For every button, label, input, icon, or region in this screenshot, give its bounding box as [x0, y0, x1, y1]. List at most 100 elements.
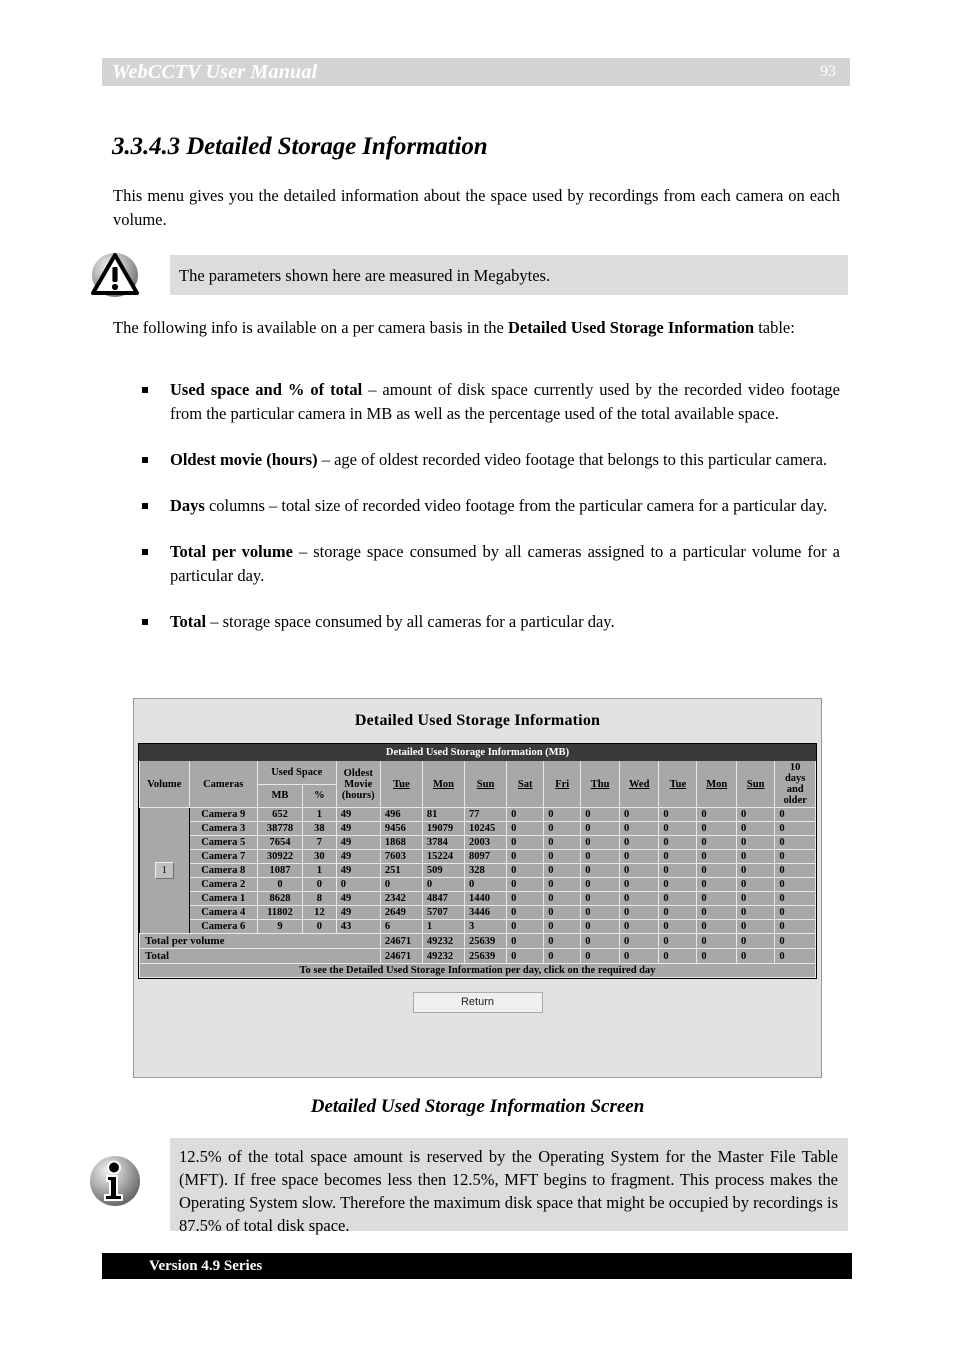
camera-day-8: 0: [696, 821, 738, 836]
total-per-volume-day-6: 0: [618, 933, 660, 949]
total-per-volume-label: Total per volume: [139, 933, 381, 949]
camera-older: 0: [774, 905, 816, 920]
camera-day-5: 0: [580, 919, 620, 934]
return-button-area: Return: [134, 979, 821, 1013]
camera-day-4: 0: [543, 821, 582, 836]
camera-day-4: 0: [543, 835, 582, 850]
camera-day-7: 0: [658, 863, 698, 878]
camera-day-9: 0: [736, 807, 776, 822]
table-row: Camera 1 8628 8 49 2342 4847 1440 0 0 0 …: [140, 891, 816, 906]
camera-older: 0: [774, 891, 816, 906]
camera-oldest: 43: [335, 919, 381, 934]
bullet-square-icon: [142, 619, 148, 625]
camera-day-7: 0: [658, 877, 698, 892]
note-megabytes: The parameters shown here are measured i…: [170, 255, 848, 295]
camera-day-2: 3: [463, 919, 508, 934]
col-header-day-9[interactable]: Sun: [736, 760, 776, 808]
camera-day-6: 0: [618, 807, 660, 822]
col-header-volume: Volume: [139, 760, 190, 808]
camera-day-4: 0: [543, 849, 582, 864]
camera-day-5: 0: [580, 877, 620, 892]
volume-button[interactable]: 1: [154, 862, 174, 879]
camera-name: Camera 1: [188, 891, 258, 906]
col-header-cameras: Cameras: [188, 760, 258, 808]
table-row: Camera 5 7654 7 49 1868 3784 2003 0 0 0 …: [140, 835, 816, 850]
camera-day-2: 2003: [463, 835, 508, 850]
camera-pct: 1: [302, 863, 337, 878]
camera-day-1: 15224: [421, 849, 466, 864]
table-caption: Detailed Used Storage Information (MB): [139, 744, 816, 761]
camera-day-4: 0: [543, 919, 582, 934]
total-day-7: 0: [658, 948, 698, 964]
note-mft: 12.5% of the total space amount is reser…: [170, 1138, 848, 1235]
col-header-day-0[interactable]: Tue: [379, 760, 423, 808]
oldest-line-3: (hours): [341, 789, 375, 801]
camera-day-7: 0: [658, 919, 698, 934]
camera-day-4: 0: [543, 863, 582, 878]
bullet-square-icon: [142, 549, 148, 555]
camera-day-3: 0: [506, 807, 545, 822]
oldest-line-1: Oldest: [343, 767, 373, 779]
camera-oldest: 49: [335, 863, 381, 878]
camera-day-8: 0: [696, 919, 738, 934]
bullet-term: Used space and % of total: [170, 380, 363, 399]
list-item: Oldest movie (hours) – age of oldest rec…: [138, 448, 840, 472]
bullet-square-icon: [142, 387, 148, 393]
camera-name: Camera 9: [188, 807, 258, 822]
table-footer-note-row: To see the Detailed Used Storage Informa…: [139, 963, 816, 978]
camera-pct: 38: [302, 821, 337, 836]
following-info-paragraph: The following info is available on a per…: [113, 316, 840, 340]
table-header-row-1: Volume Cameras Used Space Oldest Movie (…: [139, 760, 816, 808]
camera-older: 0: [774, 807, 816, 822]
volume-cell: 1: [139, 807, 190, 934]
camera-day-0: 2649: [379, 905, 423, 920]
camera-oldest: 49: [335, 905, 381, 920]
total-day-4: 0: [543, 948, 582, 964]
col-header-day-6[interactable]: Wed: [618, 760, 660, 808]
col-header-day-3[interactable]: Sat: [506, 760, 545, 808]
camera-day-8: 0: [696, 849, 738, 864]
col-header-older: 10 days and older: [774, 760, 816, 808]
total-label: Total: [139, 948, 381, 964]
camera-day-4: 0: [543, 877, 582, 892]
camera-day-3: 0: [506, 919, 545, 934]
total-per-volume-day-3: 0: [506, 933, 545, 949]
camera-oldest: 0: [335, 877, 381, 892]
camera-day-7: 0: [658, 891, 698, 906]
col-header-day-2[interactable]: Sun: [463, 760, 508, 808]
total-older: 0: [774, 948, 816, 964]
camera-day-1: 1: [421, 919, 466, 934]
camera-day-4: 0: [543, 891, 582, 906]
camera-day-5: 0: [580, 849, 620, 864]
camera-pct: 1: [302, 807, 337, 822]
col-header-day-7[interactable]: Tue: [658, 760, 698, 808]
camera-day-3: 0: [506, 821, 545, 836]
total-day-1: 49232: [421, 948, 466, 964]
camera-day-9: 0: [736, 821, 776, 836]
return-button[interactable]: Return: [412, 992, 543, 1013]
camera-day-2: 328: [463, 863, 508, 878]
col-header-day-4[interactable]: Fri: [543, 760, 582, 808]
camera-mb: 0: [256, 877, 304, 892]
total-day-8: 0: [696, 948, 738, 964]
camera-day-2: 10245: [463, 821, 508, 836]
col-header-used-space: Used Space: [256, 760, 337, 785]
col-header-day-1[interactable]: Mon: [421, 760, 466, 808]
camera-day-0: 7603: [379, 849, 423, 864]
camera-day-8: 0: [696, 863, 738, 878]
version-label: Version 4.9 Series: [149, 1257, 263, 1274]
total-per-volume-row: Total per volume 24671 49232 25639 0 0 0…: [139, 933, 816, 949]
col-header-day-8[interactable]: Mon: [696, 760, 738, 808]
camera-day-0: 6: [379, 919, 423, 934]
camera-day-8: 0: [696, 891, 738, 906]
camera-day-8: 0: [696, 905, 738, 920]
camera-pct: 0: [302, 877, 337, 892]
col-header-day-5[interactable]: Thu: [580, 760, 620, 808]
camera-name: Camera 7: [188, 849, 258, 864]
camera-day-1: 509: [421, 863, 466, 878]
camera-older: 0: [774, 835, 816, 850]
camera-mb: 30922: [256, 849, 304, 864]
camera-day-8: 0: [696, 807, 738, 822]
col-header-mb: MB: [256, 783, 304, 808]
camera-pct: 8: [302, 891, 337, 906]
